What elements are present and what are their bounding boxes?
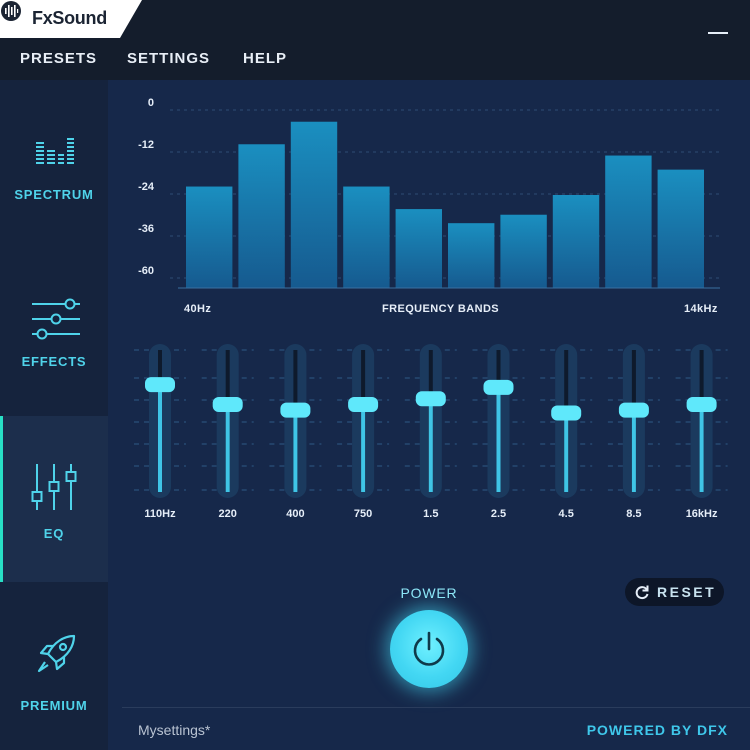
spectrum-bar	[552, 195, 600, 288]
powered-by-label: POWERED BY DFX	[586, 722, 728, 738]
spectrum-bar	[395, 209, 442, 288]
x-axis-title: FREQUENCY BANDS	[382, 303, 500, 315]
fxsound-logo-icon	[1, 1, 21, 21]
spectrum-bar	[238, 144, 285, 288]
slider-fill	[361, 403, 366, 492]
eq-band-label: 4.5	[558, 508, 574, 520]
eq-band-label: 8.5	[626, 508, 642, 520]
slider-fill	[293, 409, 298, 492]
sidebar-item-spectrum[interactable]: SPECTRUM	[0, 80, 108, 246]
sidebar-item-effects[interactable]: EFFECTS	[0, 246, 108, 412]
slider-fill	[496, 386, 501, 492]
eq-icon	[31, 464, 77, 510]
sidebar-item-label: EQ	[43, 526, 65, 541]
eq-slider[interactable]	[280, 344, 311, 498]
eq-band-label: 400	[286, 508, 305, 520]
slider-fill	[564, 412, 569, 492]
y-tick-label: -60	[138, 265, 154, 277]
slider-fill	[428, 398, 433, 492]
slider-knob[interactable]	[686, 396, 717, 412]
power-label: POWER	[400, 585, 458, 601]
spectrum-bar	[657, 169, 704, 288]
x-axis-start-label: 40Hz	[184, 303, 212, 315]
slider-knob[interactable]	[280, 402, 311, 418]
slider-knob[interactable]	[415, 391, 446, 407]
spectrum-bar	[605, 155, 652, 288]
spectrum-bar	[500, 214, 547, 288]
eq-slider[interactable]	[212, 344, 243, 498]
eq-band-label: 110Hz	[144, 508, 176, 520]
eq-slider[interactable]	[415, 344, 446, 498]
slider-fill	[225, 403, 230, 492]
eq-band-label: 750	[353, 508, 373, 520]
slider-fill	[699, 403, 704, 492]
y-tick-label: 0	[148, 97, 154, 109]
sidebar-item-label: PREMIUM	[20, 698, 88, 713]
logo-text: FxSound	[32, 8, 107, 28]
rocket-icon	[37, 634, 76, 673]
eq-band-label: 2.5	[490, 508, 507, 520]
sidebar-item-label: SPECTRUM	[14, 187, 94, 202]
menu-presets[interactable]: PRESETS	[20, 50, 97, 67]
refresh-icon	[635, 585, 649, 600]
slider-knob[interactable]	[212, 396, 243, 412]
eq-band-label: 16kHz	[685, 508, 718, 520]
spectrum-icon	[36, 138, 74, 164]
spectrum-bar	[186, 186, 233, 288]
spectrum-bar	[343, 186, 390, 288]
spectrum-bar	[448, 223, 495, 288]
power-icon	[413, 631, 445, 666]
slider-knob[interactable]	[483, 379, 514, 395]
eq-sliders	[134, 344, 728, 498]
minimize-button[interactable]	[708, 32, 728, 34]
slider-knob[interactable]	[348, 396, 379, 412]
y-tick-label: -36	[138, 223, 154, 235]
eq-band-label: 220	[218, 508, 237, 520]
eq-slider[interactable]	[483, 344, 514, 498]
preset-name[interactable]: Mysettings*	[138, 722, 210, 738]
title-bar: FxSound	[0, 0, 750, 38]
reset-button[interactable]: RESET	[625, 578, 724, 606]
eq-band-label: 1.5	[423, 508, 439, 520]
reset-label: RESET	[657, 584, 717, 600]
slider-knob[interactable]	[145, 377, 175, 393]
logo-tab: FxSound	[0, 0, 142, 38]
eq-slider[interactable]	[551, 344, 582, 498]
footer-divider	[122, 707, 750, 708]
menu-bar: PRESETS SETTINGS HELP	[0, 38, 750, 80]
y-tick-label: -24	[138, 181, 155, 193]
eq-slider[interactable]	[348, 344, 379, 498]
slider-fill	[158, 384, 162, 492]
eq-slider[interactable]	[618, 344, 649, 498]
eq-slider[interactable]	[686, 344, 717, 498]
eq-slider[interactable]	[145, 344, 175, 498]
sidebar: SPECTRUM EFFECTS EQ PREMIUM	[0, 80, 108, 750]
main-panel: 0 -12 -24 -36 -60 40Hz FREQUENCY BANDS 14kHz…	[108, 80, 750, 750]
spectrum-bar	[290, 121, 338, 289]
frequency-chart: 0 -12 -24 -36 -60	[138, 97, 720, 289]
power-button[interactable]	[390, 610, 468, 688]
x-axis-end-label: 14kHz	[684, 303, 718, 315]
y-tick-label: -12	[138, 139, 154, 151]
sliders-icon	[32, 298, 80, 340]
slider-knob[interactable]	[551, 405, 582, 421]
sidebar-item-eq[interactable]: EQ	[0, 416, 108, 582]
sidebar-item-premium[interactable]: PREMIUM	[0, 584, 108, 750]
slider-knob[interactable]	[618, 402, 649, 418]
menu-help[interactable]: HELP	[243, 50, 287, 67]
sidebar-item-label: EFFECTS	[21, 354, 87, 369]
slider-fill	[631, 409, 636, 492]
menu-settings[interactable]: SETTINGS	[127, 50, 210, 67]
